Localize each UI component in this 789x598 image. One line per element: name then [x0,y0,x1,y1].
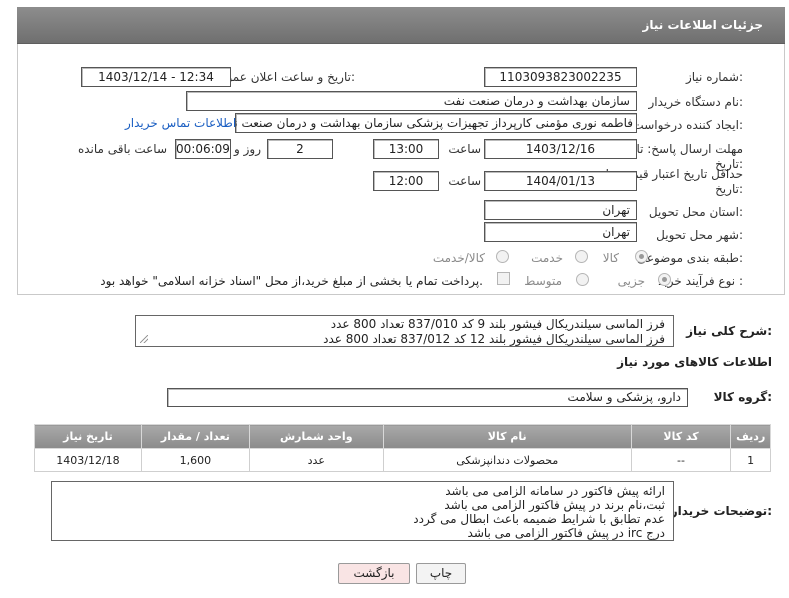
days-remaining-field: 2 [267,139,333,159]
deadline-label: مهلت ارسال پاسخ: تا [636,142,743,156]
cell-unit: عدد [248,448,384,472]
province-label: استان محل تحویل: [648,205,743,219]
buyer-note-line: عدم تطابق با شرایط ضمیمه باعث ابطال می گ… [413,512,665,526]
print-button[interactable]: چاپ [416,563,466,584]
description-label: شرح کلی نیاز: [686,324,772,338]
process-minor-radio[interactable] [658,273,671,286]
city-label: شهر محل تحویل: [656,228,743,242]
treasury-payment-note: پرداخت تمام یا بخشی از مبلغ خرید،از محل … [100,274,483,288]
category-goods-radio[interactable] [635,250,648,263]
col-quantity: تعداد / مقدار [140,424,250,449]
process-medium-radio[interactable] [576,273,589,286]
buyer-org-field: سازمان بهداشت و درمان صنعت نفت [186,91,637,111]
validity-date-field: 1404/01/13 [484,171,637,191]
announce-field: 1403/12/14 - 12:34 [81,67,231,87]
category-label: طبقه بندی موضوعی: [636,251,743,265]
cell-item-code: -- [630,448,732,472]
time-remaining-field: 00:06:09 [175,139,231,159]
buyer-note-line: ارائه پیش فاکتور در سامانه الزامی می باش… [445,484,665,498]
time-remaining-label: ساعت باقی مانده [77,142,167,156]
process-medium-label: متوسط [524,274,562,288]
province-field: تهران [484,200,637,220]
buyer-note-line: درج irc در پیش فاکتور الزامی می باشد [467,526,665,540]
city-field: تهران [484,222,637,242]
validity-label-date: تاریخ: [715,182,743,196]
goods-group-field: دارو، پزشکی و سلامت [167,388,688,407]
deadline-date-field: 1403/12/16 [484,139,637,159]
category-goods-label: کالا [602,251,619,265]
panel-header: جزئیات اطلاعات نیاز [17,7,785,44]
category-both-radio[interactable] [496,250,509,263]
deadline-time-label: ساعت [448,142,481,156]
creator-field: فاطمه نوری مؤمنی کارپرداز تجهیزات پزشکی … [235,113,637,133]
goods-section-title: اطلاعات کالاهای مورد نیاز [617,355,772,369]
table-row[interactable]: 1 -- محصولات دندانپزشکی عدد 1,600 1403/1… [34,448,771,472]
treasury-payment-checkbox[interactable] [497,272,510,285]
process-minor-label: جزیی [617,274,645,288]
validity-time-field: 12:00 [373,171,439,191]
goods-table: ردیف کد کالا نام کالا واحد شمارش تعداد /… [34,424,771,472]
description-textarea[interactable]: فرز الماسی سیلندریکال فیشور بلند 9 کد 83… [135,315,674,347]
back-button[interactable]: بازگشت [338,563,410,584]
cell-need-date: 1403/12/18 [34,448,142,472]
announce-label: تاریخ و ساعت اعلان عمومی: [210,70,355,84]
need-number-label: شماره نیاز: [685,70,743,84]
creator-label: ایجاد کننده درخواست: [632,118,743,132]
col-row-number: ردیف [730,424,771,449]
category-both-label: کالا/خدمت [432,251,485,265]
goods-table-header: ردیف کد کالا نام کالا واحد شمارش تعداد /… [34,424,771,449]
resize-handle-icon[interactable] [140,335,148,343]
buyer-notes-label: توضیحات خریدار: [670,504,772,518]
category-service-radio[interactable] [575,250,588,263]
col-item-code: کد کالا [630,424,732,449]
deadline-time-field: 13:00 [373,139,439,159]
cell-item-name: محصولات دندانپزشکی [382,448,632,472]
buyer-contact-link[interactable]: اطلاعات تماس خریدار [125,116,236,130]
need-number-field: 1103093823002235 [484,67,637,87]
category-service-label: خدمت [531,251,563,265]
days-label: روز و [234,142,261,156]
description-line: فرز الماسی سیلندریکال فیشور بلند 12 کد 8… [323,332,665,346]
col-unit: واحد شمارش [248,424,384,449]
cell-quantity: 1,600 [140,448,250,472]
panel-title: جزئیات اطلاعات نیاز [642,18,763,32]
cell-row-number: 1 [730,448,771,472]
description-line: فرز الماسی سیلندریکال فیشور بلند 9 کد 83… [330,317,665,331]
validity-time-label: ساعت [448,174,481,188]
buyer-org-label: نام دستگاه خریدار: [648,95,744,109]
col-item-name: نام کالا [382,424,632,449]
process-label: نوع فرآیند خرید : [658,274,743,288]
col-need-date: تاریخ نیاز [34,424,142,449]
goods-group-label: گروه کالا: [713,390,772,404]
buyer-notes-textarea[interactable]: ارائه پیش فاکتور در سامانه الزامی می باش… [51,481,674,541]
buyer-note-line: ثبت،نام برند در پیش فاکتور الزامی می باش… [444,498,665,512]
